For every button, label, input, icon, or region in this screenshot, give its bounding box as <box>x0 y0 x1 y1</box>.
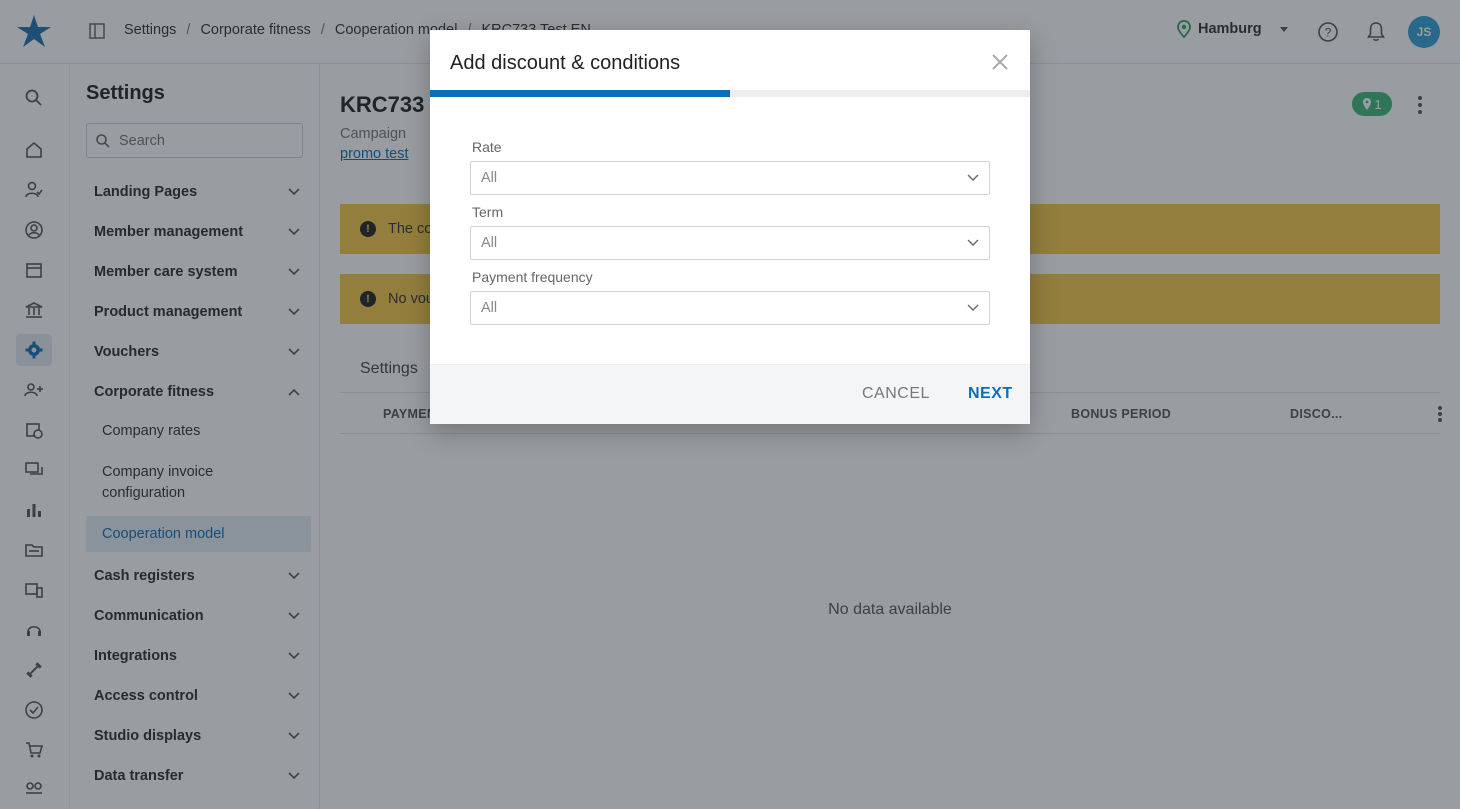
step-progress-fill <box>430 90 730 97</box>
cancel-button[interactable]: CANCEL <box>862 385 930 403</box>
term-select-value: All <box>481 235 498 251</box>
payment-frequency-label: Payment frequency <box>472 269 593 285</box>
term-select[interactable]: All <box>470 226 990 260</box>
add-discount-modal: Add discount & conditions Rate All Term … <box>430 30 1030 424</box>
chevron-down-icon <box>967 304 979 311</box>
rate-label: Rate <box>472 139 502 155</box>
close-icon[interactable] <box>990 52 1010 72</box>
modal-footer: CANCEL NEXT <box>430 364 1030 424</box>
payment-frequency-select-value: All <box>481 300 498 316</box>
chevron-down-icon <box>967 239 979 246</box>
modal-title: Add discount & conditions <box>450 52 681 74</box>
rate-select[interactable]: All <box>470 161 990 195</box>
payment-frequency-select[interactable]: All <box>470 291 990 325</box>
rate-select-value: All <box>481 170 498 186</box>
next-button[interactable]: NEXT <box>968 385 1013 403</box>
term-label: Term <box>472 204 504 220</box>
step-progress-bar <box>430 90 1030 97</box>
chevron-down-icon <box>967 174 979 181</box>
